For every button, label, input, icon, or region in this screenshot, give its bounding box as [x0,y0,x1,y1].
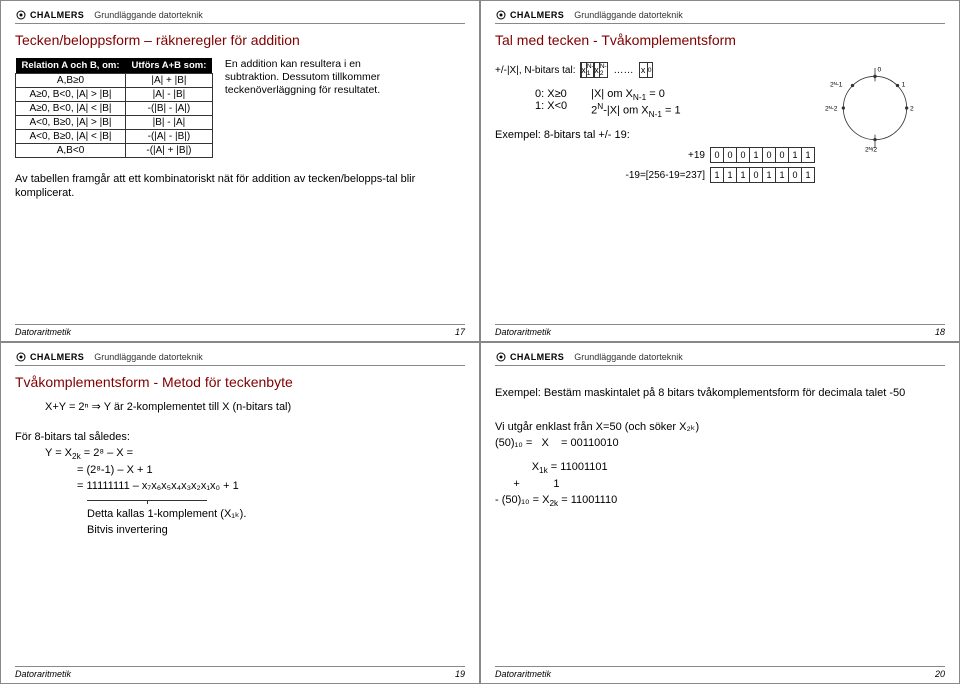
table-row: A<0, B≥0, |A| > |B||B| - |A| [16,116,213,130]
slide-header: CHALMERS Grundläggande datorteknik [495,351,945,366]
slide-title: Tecken/beloppsform – räkneregler för add… [15,32,465,48]
chalmers-logo: CHALMERS [495,351,564,363]
logo-text: CHALMERS [30,352,84,362]
equation-3: = 11111111 – x₇x₆x₅x₄x₃x₂x₁x₀ + 1 [77,479,465,495]
wheel-2: 2 [910,106,914,113]
definition-line: X+Y = 2ⁿ ⇒ Y är 2-komplementet till X (n… [45,400,465,416]
eight-bit-intro: För 8-bitars tal således: [15,430,465,446]
bitstring-header: +/-|X|, N-bitars tal: xN-1 xN-2 …… x0 [495,62,815,78]
slide-title: Tvåkomplementsform - Metod för teckenbyt… [15,374,465,390]
table-row: A,B<0-(|A| + |B|) [16,144,213,158]
rules-table: Relation A och B, om: Utförs A+B som: A,… [15,58,213,158]
start-line: Vi utgår enklast från X=50 (och söker X₂… [495,420,945,436]
table-row: A,B≥0|A| + |B| [16,74,213,88]
example-label: Exempel: 8-bitars tal +/- 19: [495,129,815,141]
magnitude-formulas: |X| om XN-1 = 0 2N-|X| om XN-1 = 1 [591,88,681,119]
wheel-2n-1: 2ᴺ-1 [830,81,843,88]
gear-icon [495,351,507,363]
plus19-bits: 0 0 0 1 0 0 1 1 [711,147,815,163]
slide-header: CHALMERS Grundläggande datorteknik [15,351,465,366]
footer-label: Datoraritmetik [495,327,551,337]
equation-1: Y = X2k = 2⁸ – X = [45,446,465,463]
conclusion-text: Av tabellen framgår att ett kombinatoris… [15,172,465,201]
logo-text: CHALMERS [510,352,564,362]
bitwise-invert-label: Bitvis invertering [87,523,465,539]
equation-2: = (2⁸-1) – X + 1 [77,463,465,479]
x-binary: (50)₁₀ = X = 00110010 [495,436,945,452]
slide-footer: Datoraritmetik 20 [495,666,945,679]
wheel-0: 0 [878,66,882,73]
plus19-label: +19 [595,150,705,161]
table-header-relation: Relation A och B, om: [16,58,126,74]
gear-icon [15,351,27,363]
wheel-1: 1 [902,81,906,88]
slide-19: CHALMERS Grundläggande datorteknik Tvåko… [0,342,480,684]
logo-text: CHALMERS [30,10,84,20]
chalmers-logo: CHALMERS [15,9,84,21]
table-header-operation: Utförs A+B som: [126,58,213,74]
minus19-bits: 1 1 1 0 1 1 0 1 [711,167,815,183]
minus19-label: -19=[256-19=237] [595,170,705,181]
gear-icon [15,9,27,21]
slide-header: CHALMERS Grundläggande datorteknik [15,9,465,24]
logo-text: CHALMERS [510,10,564,20]
course-name: Grundläggande datorteknik [574,352,683,362]
footer-label: Datoraritmetik [15,327,71,337]
slide-footer: Datoraritmetik 19 [15,666,465,679]
course-name: Grundläggande datorteknik [94,352,203,362]
chalmers-logo: CHALMERS [15,351,84,363]
slide-20: CHALMERS Grundläggande datorteknik Exemp… [480,342,960,684]
slide-footer: Datoraritmetik 17 [15,324,465,337]
sign-conditions: 0: X≥0 1: X<0 [535,88,567,119]
underbrace-icon [87,497,207,501]
page-number: 18 [935,327,945,337]
course-name: Grundläggande datorteknik [94,10,203,20]
dots: …… [614,65,634,76]
slide-18: CHALMERS Grundläggande datorteknik Tal m… [480,0,960,342]
table-row: A<0, B≥0, |A| < |B|-(|A| - |B|) [16,130,213,144]
page-number: 17 [455,327,465,337]
slide-17: CHALMERS Grundläggande datorteknik Tecke… [0,0,480,342]
page-number: 19 [455,669,465,679]
x2k-line: - (50)₁₀ = X2k = 11001110 [495,493,945,510]
prefix-text: +/-|X|, N-bitars tal: [495,65,576,76]
wheel-2n-2: 2ᴺ-2 [825,106,838,113]
footer-label: Datoraritmetik [15,669,71,679]
table-row: A≥0, B<0, |A| < |B|-(|B| - |A|) [16,102,213,116]
page-number: 20 [935,669,945,679]
slide-footer: Datoraritmetik 18 [495,324,945,337]
ones-complement-label: Detta kallas 1-komplement (X₁ₖ). [87,507,465,523]
bit-boxes: xN-1 xN-2 [582,62,608,78]
slide-title: Tal med tecken - Tvåkomplementsform [495,32,945,48]
slide-header: CHALMERS Grundläggande datorteknik [495,9,945,24]
table-row: A≥0, B<0, |A| > |B||A| - |B| [16,88,213,102]
x1k-line: X1k = 11001101 [495,460,945,477]
example-intro: Exempel: Bestäm maskintalet på 8 bitars … [495,386,945,402]
plus-one-line: + 1 [495,477,945,493]
gear-icon [495,9,507,21]
number-wheel: 0 1 2 2ᴺ-1 2ᴺ-2 2ᴺ/2 [825,58,945,187]
wheel-half: 2ᴺ/2 [865,146,877,153]
course-name: Grundläggande datorteknik [574,10,683,20]
side-note: En addition kan resultera i en subtrakti… [225,58,395,97]
chalmers-logo: CHALMERS [495,9,564,21]
bit-box-last: x0 [640,62,653,78]
footer-label: Datoraritmetik [495,669,551,679]
